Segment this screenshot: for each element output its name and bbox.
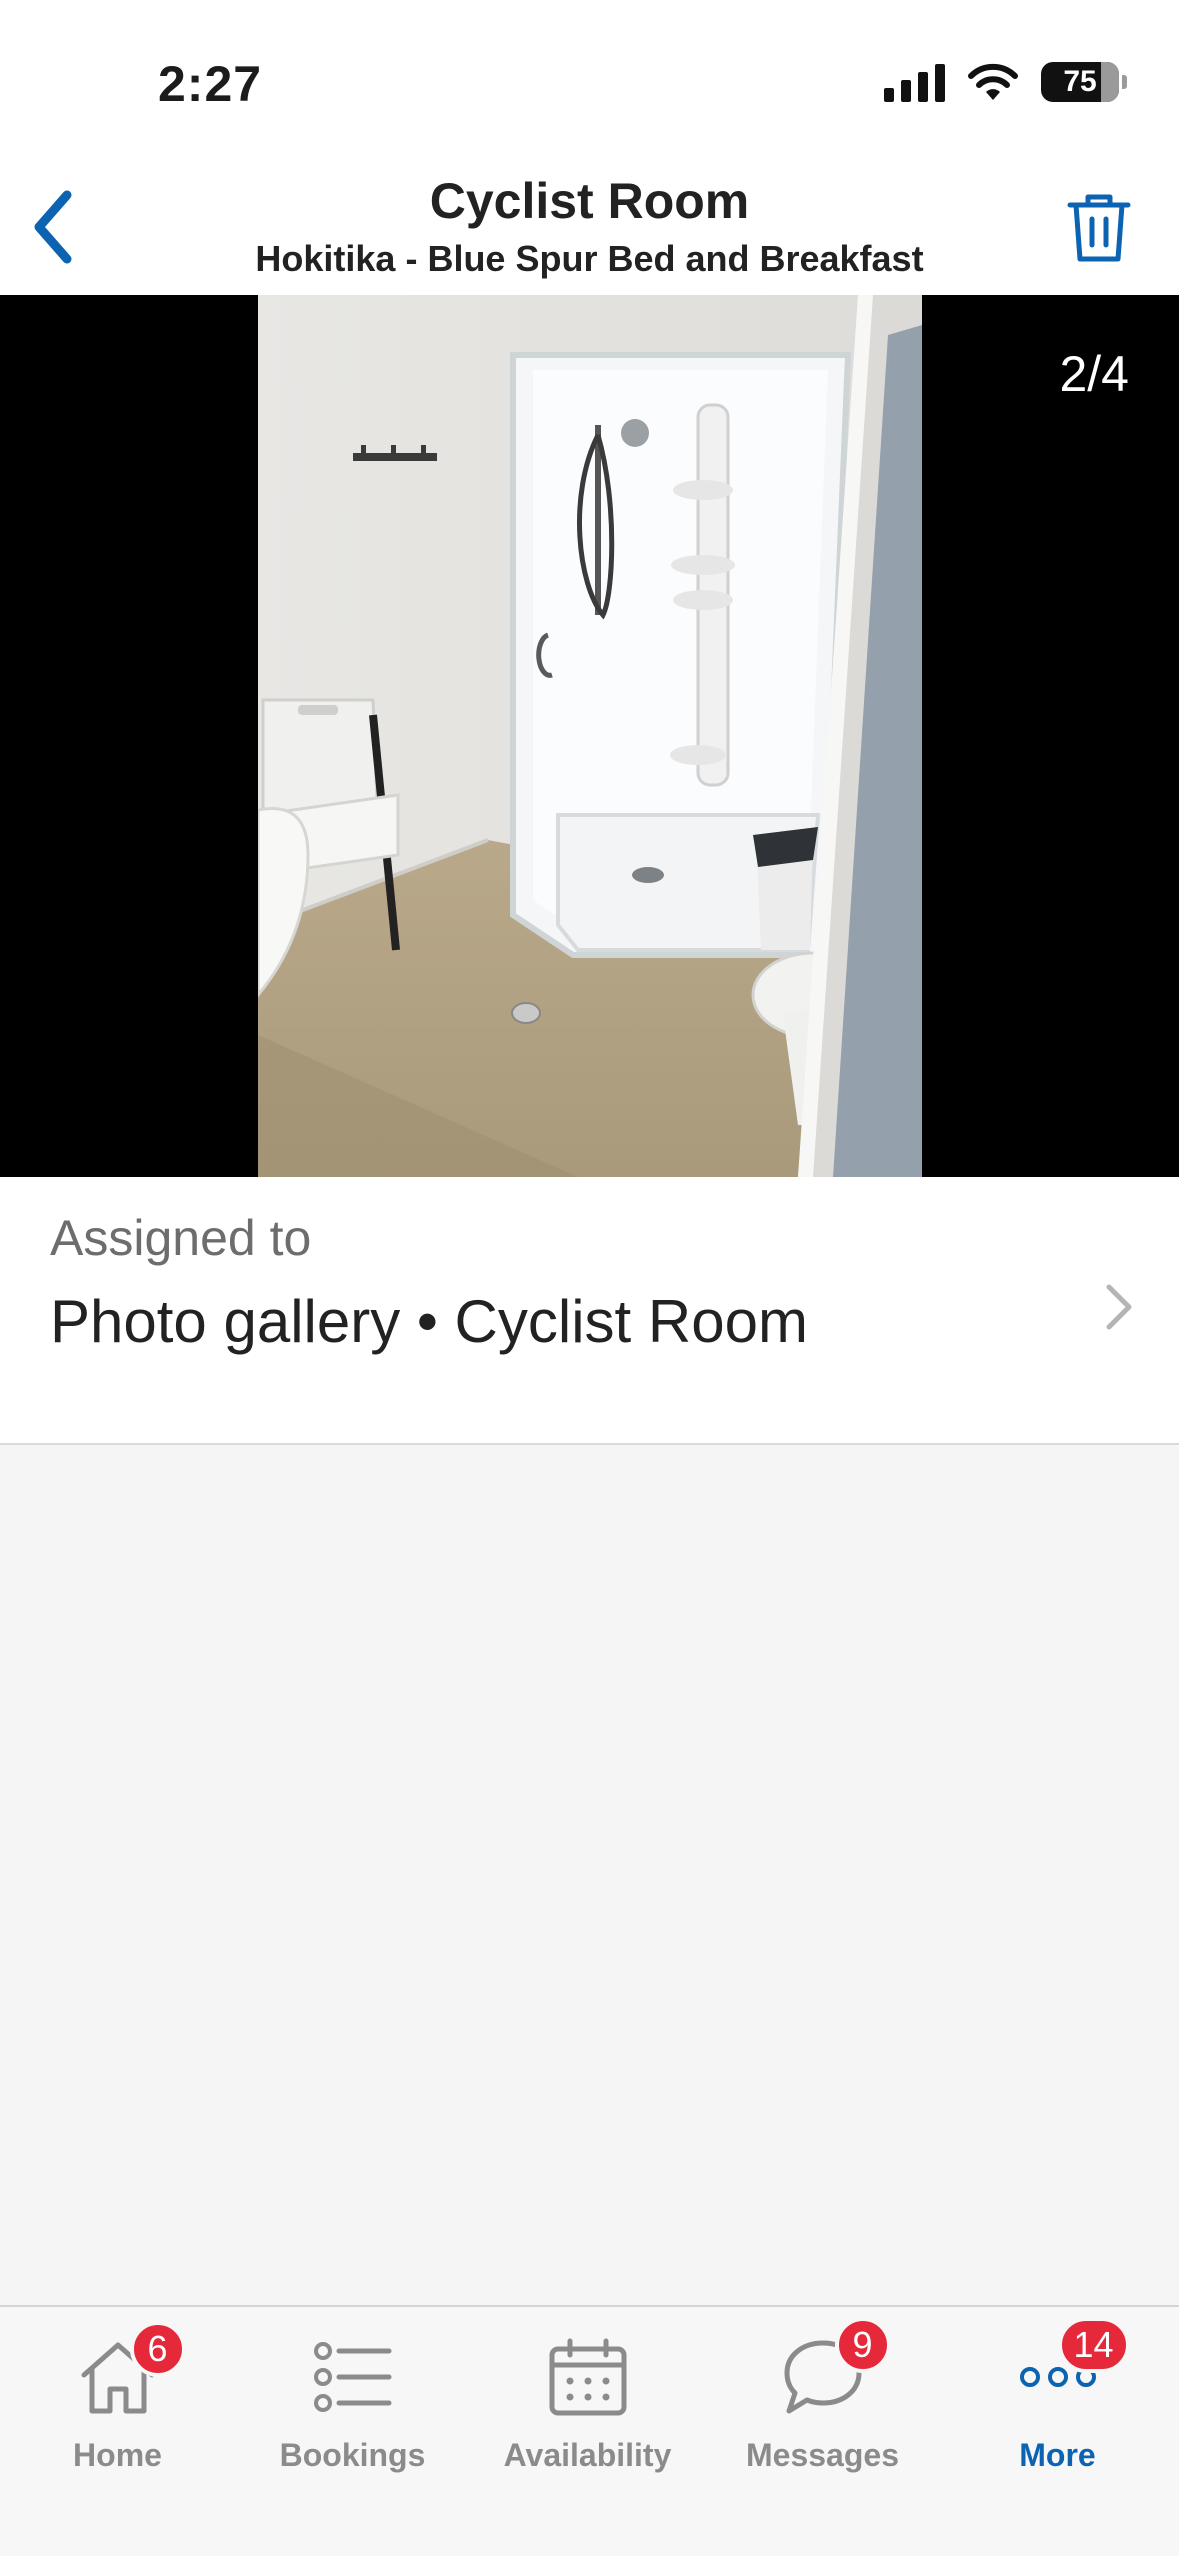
cellular-signal-icon	[884, 62, 945, 102]
tab-more[interactable]: 14 More	[940, 2307, 1175, 2507]
chat-bubble-icon: 9	[773, 2317, 891, 2427]
delete-button[interactable]	[1059, 188, 1139, 268]
nav-header: Cyclist Room Hokitika - Blue Spur Bed an…	[0, 160, 1179, 295]
assigned-row[interactable]: Assigned to Photo gallery • Cyclist Room	[0, 1177, 1179, 1445]
home-badge: 6	[129, 2321, 186, 2377]
assigned-value: Photo gallery • Cyclist Room	[50, 1288, 808, 1355]
bathroom-photo-illustration	[258, 295, 922, 1177]
messages-badge: 9	[834, 2317, 891, 2373]
tab-label-bookings: Bookings	[279, 2437, 426, 2473]
assigned-caption: Assigned to	[50, 1210, 312, 1266]
tab-label-home: Home	[73, 2437, 162, 2473]
status-bar: 2:27 75	[0, 0, 1179, 160]
tab-label-availability: Availability	[503, 2437, 672, 2473]
tab-home[interactable]: 6 Home	[0, 2307, 235, 2507]
photo-viewer[interactable]: 2/4	[0, 295, 1179, 1177]
battery-icon: 75	[1041, 62, 1127, 102]
more-badge: 14	[1057, 2317, 1130, 2373]
status-icons: 75	[884, 62, 1127, 102]
tab-bookings[interactable]: Bookings	[235, 2307, 470, 2507]
room-photo[interactable]	[258, 295, 922, 1177]
calendar-icon	[538, 2327, 638, 2427]
tab-label-messages: Messages	[746, 2437, 899, 2473]
wifi-icon	[968, 63, 1018, 100]
tab-messages[interactable]: 9 Messages	[705, 2307, 940, 2507]
home-icon: 6	[68, 2321, 186, 2427]
page-subtitle: Hokitika - Blue Spur Bed and Breakfast	[255, 238, 924, 279]
chevron-right-icon	[1106, 1284, 1132, 1330]
more-dots-icon: 14	[1008, 2317, 1130, 2427]
trash-icon	[1067, 194, 1131, 262]
tab-label-more: More	[1019, 2437, 1096, 2473]
tab-availability[interactable]: Availability	[470, 2307, 705, 2507]
tab-bar: 6 Home Bookings Availability 9 Messages …	[0, 2305, 1179, 2556]
battery-level: 75	[1063, 65, 1097, 98]
list-icon	[303, 2327, 403, 2427]
page-title: Cyclist Room	[429, 173, 750, 229]
photo-counter: 2/4	[1059, 346, 1129, 402]
status-time: 2:27	[158, 56, 263, 112]
